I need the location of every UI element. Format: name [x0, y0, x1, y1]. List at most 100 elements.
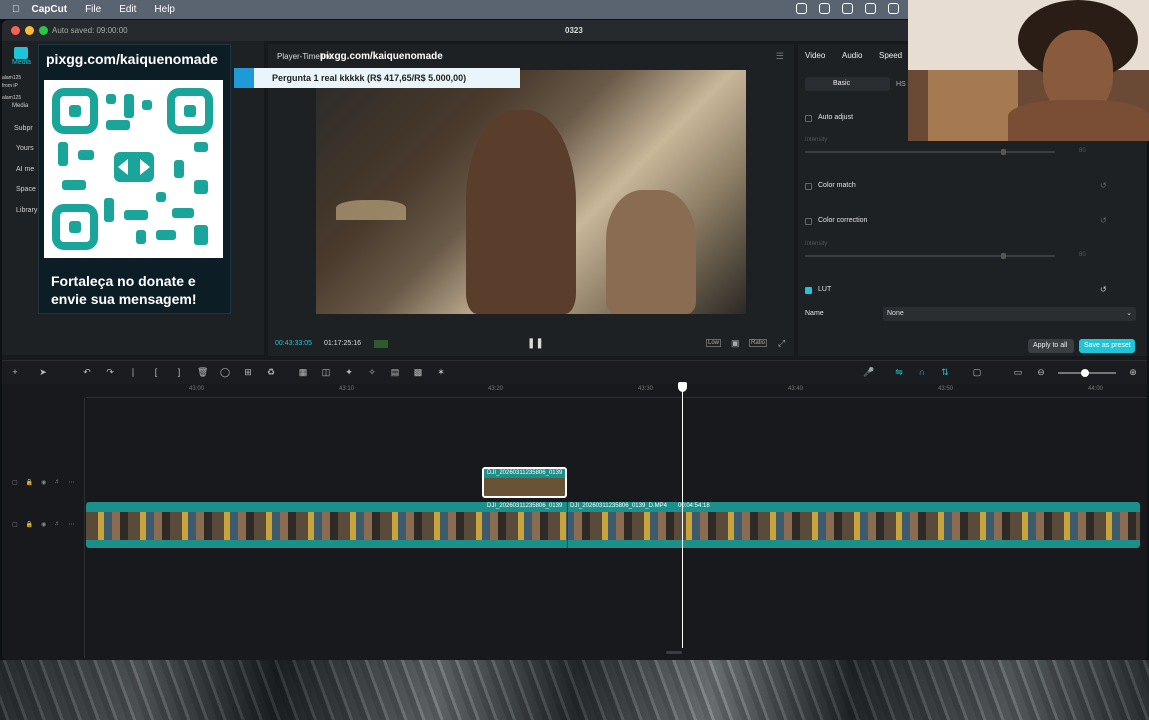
fit-timeline-icon[interactable]: ▭	[1013, 367, 1023, 377]
zoom-window-button[interactable]	[39, 26, 48, 35]
apply-to-all-button[interactable]: Apply to all	[1028, 339, 1074, 353]
sidebar-item-subpr[interactable]: Subpr	[14, 125, 33, 132]
tab-speed[interactable]: Speed	[879, 51, 902, 60]
zoom-knob[interactable]	[1081, 369, 1089, 377]
fit-icon[interactable]: ▣	[731, 338, 740, 349]
sidebar-item-ai-media[interactable]: AI me	[16, 166, 34, 173]
reset-icon[interactable]: ↺	[1100, 285, 1107, 294]
ai-icon[interactable]: ✶	[436, 367, 446, 377]
split-left-icon[interactable]: [	[151, 367, 161, 377]
tab-video[interactable]: Video	[805, 51, 825, 60]
track-icon[interactable]: ▢	[12, 479, 18, 486]
overlay-clip[interactable]: DJI_20260311235806_0139	[482, 467, 567, 498]
save-as-preset-button[interactable]: Save as preset	[1079, 339, 1135, 353]
status-icon-4[interactable]	[865, 3, 876, 14]
menu-edit[interactable]: Edit	[119, 4, 136, 15]
lock-icon[interactable]: 🔒	[26, 479, 33, 486]
apply-to-all-label: Apply to all	[1033, 342, 1068, 349]
more-icon[interactable]: ⋯	[68, 521, 74, 528]
redo-icon[interactable]: ↷	[105, 367, 115, 377]
reset-icon[interactable]: ↺	[1100, 216, 1107, 225]
split-icon[interactable]: ∣	[128, 367, 138, 377]
zoom-out-icon[interactable]: ⊖	[1036, 367, 1046, 377]
subtab-hsl[interactable]: HS	[896, 81, 906, 88]
sidebar-item-space[interactable]: Space	[16, 186, 36, 193]
close-window-button[interactable]	[11, 26, 20, 35]
subtitle-icon[interactable]: ▤	[390, 367, 400, 377]
intensity-value[interactable]: 80	[1079, 148, 1086, 154]
reframe-icon[interactable]: ♻	[266, 367, 276, 377]
menu-file[interactable]: File	[85, 4, 101, 15]
intensity-slider[interactable]	[805, 151, 1055, 153]
subtab-basic-label: Basic	[833, 80, 851, 87]
audio-icon[interactable]: ♬	[54, 521, 60, 528]
audio-icon[interactable]: ♬	[54, 479, 60, 486]
apple-icon[interactable]: 	[12, 4, 20, 15]
fullscreen-icon[interactable]: ⤢	[778, 338, 785, 349]
undo-icon[interactable]: ↶	[82, 367, 92, 377]
split-right-icon[interactable]: ]	[174, 367, 184, 377]
intensity-slider[interactable]	[805, 255, 1055, 257]
more-icon[interactable]: ⋯	[68, 479, 74, 486]
intensity-knob[interactable]	[1001, 149, 1006, 155]
color-match-checkbox[interactable]	[805, 183, 812, 190]
video-preview[interactable]	[316, 70, 746, 314]
player-title-overlay: pixgg.com/kaiquenomade	[320, 51, 443, 62]
sidebar-item-media[interactable]: Media	[12, 59, 31, 66]
app-menu[interactable]: CapCut	[32, 4, 68, 15]
player-menu-icon[interactable]: ☰	[776, 51, 784, 62]
shoulders-shape	[1008, 100, 1149, 141]
microphone-icon[interactable]: 🎤	[863, 367, 874, 377]
ruler-tick: 43:20	[488, 386, 504, 392]
magnet-icon[interactable]: ∩	[917, 367, 927, 377]
status-icon-3[interactable]	[842, 3, 853, 14]
playhead[interactable]	[682, 384, 683, 648]
eye-icon[interactable]: ◉	[41, 479, 46, 486]
qr-code-graphic	[52, 88, 213, 250]
magic-icon[interactable]: ✧	[367, 367, 377, 377]
menu-help[interactable]: Help	[154, 4, 175, 15]
reset-icon[interactable]: ↺	[1100, 181, 1107, 190]
intensity-label: Intensity	[805, 241, 828, 247]
minimize-window-button[interactable]	[25, 26, 34, 35]
lut-name-select[interactable]: None ⌄	[883, 307, 1136, 321]
horizontal-scrollbar[interactable]	[666, 651, 682, 654]
clip-thumbnails	[86, 512, 1140, 540]
crop-icon[interactable]: ⊞	[243, 367, 253, 377]
eye-icon[interactable]: ◉	[41, 521, 46, 528]
align-icon[interactable]: ▢	[972, 367, 982, 377]
preview-axis-icon[interactable]: ⇅	[940, 367, 950, 377]
main-track[interactable]: DJI_20260311235806_0139 DJI_202603112358…	[86, 502, 1140, 548]
select-tool-icon[interactable]: ➤	[38, 367, 48, 377]
delete-icon[interactable]: 🗑	[197, 367, 208, 377]
mask-icon[interactable]: ◯	[220, 367, 230, 377]
image-icon[interactable]: ▩	[413, 367, 423, 377]
pause-icon[interactable]: ❚❚	[527, 338, 544, 349]
sidebar-item-library[interactable]: Library	[16, 207, 37, 214]
status-icon-2[interactable]	[819, 3, 830, 14]
time-ruler[interactable]: 43:00 43:10 43:20 43:30 43:40 43:50 44:0…	[86, 384, 1147, 398]
intensity-value[interactable]: 80	[1079, 252, 1086, 258]
intensity-knob[interactable]	[1001, 253, 1006, 259]
track-icon[interactable]: ▢	[12, 521, 18, 528]
enhance-icon[interactable]: ✦	[344, 367, 354, 377]
zoom-in-icon[interactable]: ⊕	[1128, 367, 1138, 377]
tab-audio[interactable]: Audio	[842, 51, 862, 60]
add-icon[interactable]: +	[10, 367, 20, 377]
status-icon-1[interactable]	[796, 3, 807, 14]
auto-adjust-checkbox[interactable]	[805, 115, 812, 122]
status-icon-5[interactable]	[888, 3, 899, 14]
sidebar-item-yours[interactable]: Yours	[16, 145, 34, 152]
lock-icon[interactable]: 🔒	[26, 521, 33, 528]
color-correction-checkbox[interactable]	[805, 218, 812, 225]
link-track-icon[interactable]: ⇋	[894, 367, 904, 377]
subtab-basic[interactable]: Basic	[805, 77, 890, 91]
ratio-button[interactable]: Ratio	[749, 339, 768, 347]
playhead-handle[interactable]	[678, 382, 687, 392]
quality-button[interactable]: Low	[706, 339, 722, 347]
mirror-icon[interactable]: ◫	[321, 367, 331, 377]
lut-name-label: Name	[805, 310, 824, 317]
lut-checkbox[interactable]	[805, 287, 812, 294]
cutout-icon[interactable]: ▦	[298, 367, 308, 377]
media-icon[interactable]	[14, 47, 28, 59]
